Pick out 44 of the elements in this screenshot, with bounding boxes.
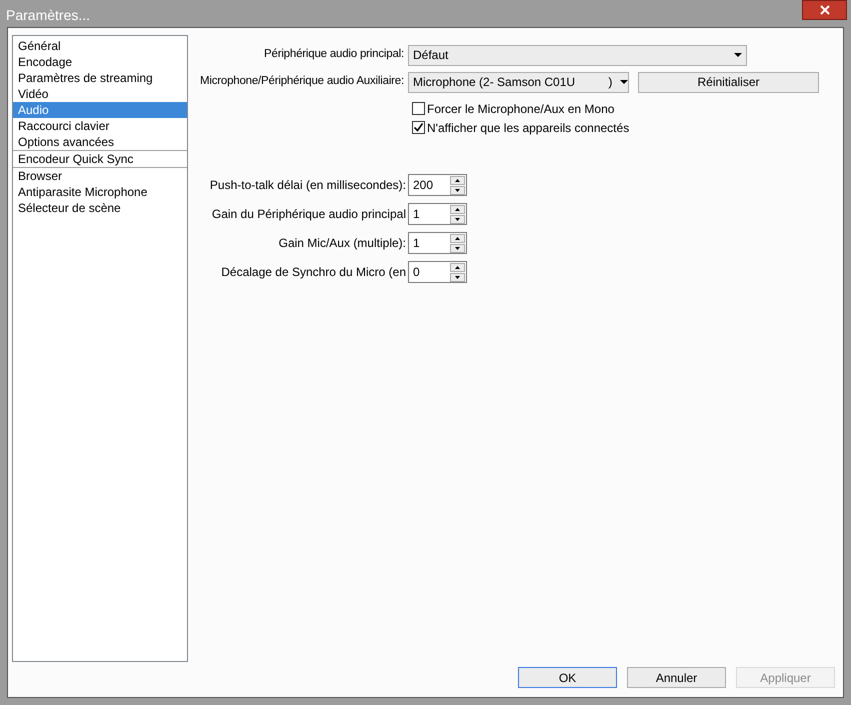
category-item[interactable]: Sélecteur de scène (13, 200, 187, 216)
dropdown-caret-icon (620, 80, 628, 84)
dialog-button[interactable]: OK (518, 667, 617, 688)
spin-down-icon[interactable] (450, 214, 465, 224)
spin-up-icon[interactable] (450, 176, 465, 184)
field-label: Gain Mic/Aux (multiple): (278, 235, 407, 252)
spin-down-icon[interactable] (450, 272, 465, 282)
dialog-button[interactable]: Annuler (627, 667, 726, 688)
field-label: Gain du Périphérique audio principal (210, 206, 407, 223)
reset-button[interactable]: Réinitialiser (638, 72, 819, 92)
checkbox[interactable] (412, 102, 425, 115)
category-item[interactable]: Général (13, 38, 187, 54)
close-button[interactable] (802, 0, 847, 20)
category-item[interactable]: Browser (13, 168, 187, 184)
category-item[interactable]: Raccourci clavier (13, 118, 187, 134)
number-spinner[interactable]: 0 (408, 261, 467, 283)
spin-up-icon[interactable] (450, 262, 465, 272)
category-item[interactable]: Paramètres de streaming (13, 70, 187, 86)
device-dropdown[interactable]: Microphone (2- Samson C01U ) (408, 72, 629, 92)
checkbox[interactable] (412, 121, 425, 134)
spin-down-icon[interactable] (450, 244, 465, 252)
number-spinner[interactable]: 1 (408, 203, 467, 225)
spin-down-icon[interactable] (450, 186, 465, 194)
number-spinner[interactable]: 200 (408, 174, 467, 196)
checkbox-label: N'afficher que les appareils connectés (427, 120, 630, 136)
category-item[interactable]: Audio (13, 102, 187, 118)
checkmark-icon (413, 122, 424, 133)
number-spinner[interactable]: 1 (408, 232, 467, 254)
category-item[interactable]: Vidéo (13, 86, 187, 102)
dropdown-caret-icon (734, 53, 742, 57)
spin-up-icon[interactable] (450, 234, 465, 242)
field-label: Périphérique audio principal: (263, 47, 405, 62)
close-icon (820, 5, 830, 15)
category-item[interactable]: Encodage (13, 54, 187, 70)
category-item[interactable]: Options avancées (13, 134, 187, 150)
category-item[interactable]: Encodeur Quick Sync (13, 151, 187, 167)
window-title: Paramètres... (6, 6, 90, 25)
field-label: Décalage de Synchro du Micro (en (220, 264, 407, 281)
checkbox-label: Forcer le Microphone/Aux en Mono (427, 100, 614, 118)
device-dropdown[interactable]: Défaut (408, 44, 747, 66)
spin-up-icon[interactable] (450, 204, 465, 214)
category-item[interactable]: Antiparasite Microphone (13, 184, 187, 200)
field-label: Microphone/Périphérique audio Auxiliaire: (198, 74, 405, 90)
field-label: Push-to-talk délai (en millisecondes): (208, 177, 407, 194)
